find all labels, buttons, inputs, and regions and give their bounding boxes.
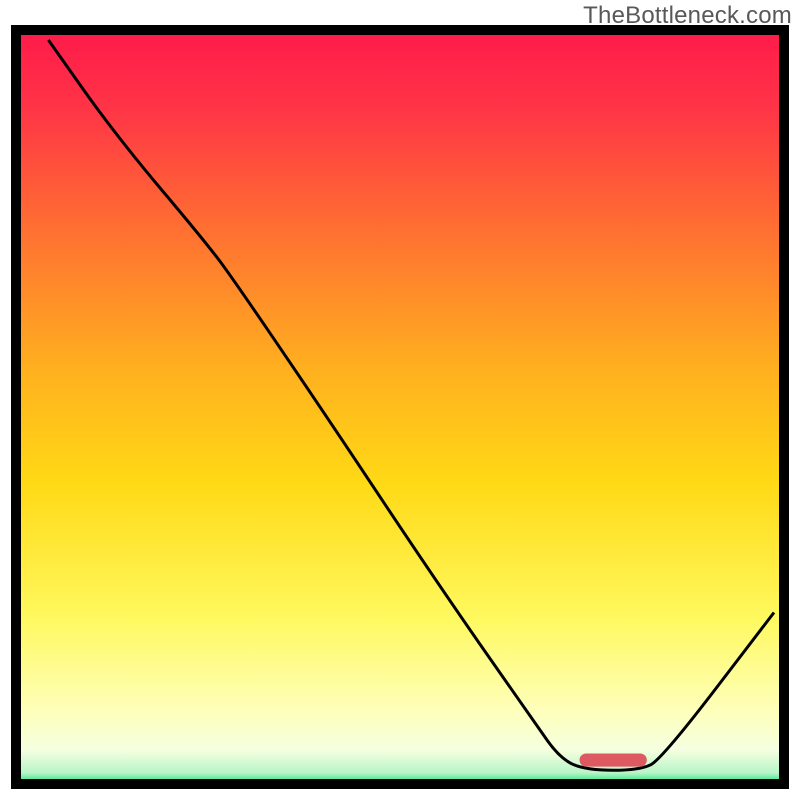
bottleneck-chart xyxy=(0,0,800,800)
chart-container: TheBottleneck.com xyxy=(0,0,800,800)
site-watermark: TheBottleneck.com xyxy=(583,2,792,30)
optimal-marker xyxy=(580,753,647,766)
chart-background-gradient xyxy=(16,30,784,784)
